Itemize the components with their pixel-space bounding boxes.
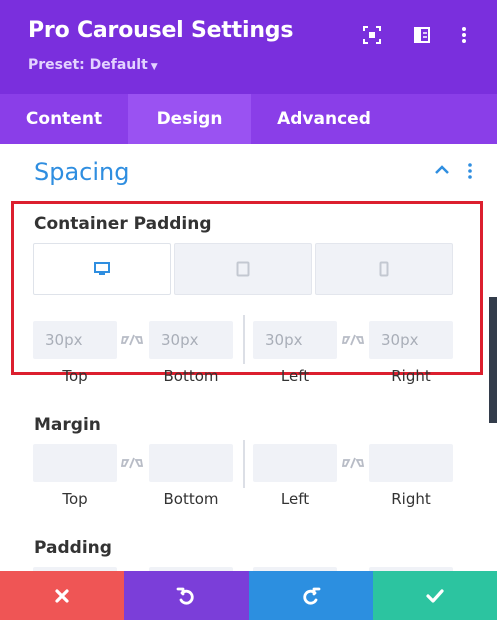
preset-label: Preset: Default: [28, 57, 148, 73]
container-padding-bottom-input[interactable]: 30px: [149, 321, 233, 359]
chevron-up-icon[interactable]: [433, 163, 451, 177]
cancel-button[interactable]: [0, 571, 125, 620]
settings-panel[interactable]: Spacing Container Padding 30px 30px 30px…: [0, 144, 497, 571]
device-phone-button[interactable]: [315, 243, 453, 295]
field-label-bottom: Bottom: [163, 367, 219, 385]
field-divider: [243, 315, 245, 364]
section-title[interactable]: Spacing: [34, 158, 129, 186]
link-icon[interactable]: [120, 332, 144, 348]
field-label-right: Right: [391, 490, 431, 508]
more-vertical-icon[interactable]: [454, 25, 474, 45]
close-icon: [55, 588, 69, 603]
margin-right-input[interactable]: [369, 444, 453, 482]
field-label-right: Right: [391, 367, 431, 385]
tab-advanced[interactable]: Advanced: [251, 94, 397, 144]
link-icon[interactable]: [120, 455, 144, 471]
phone-icon: [379, 261, 389, 277]
field-divider: [243, 440, 245, 488]
link-icon[interactable]: [341, 455, 365, 471]
margin-label: Margin: [34, 415, 101, 435]
container-padding-top-input[interactable]: 30px: [33, 321, 117, 359]
section-menu-icon[interactable]: [462, 162, 478, 180]
modal-header: Pro Carousel Settings Preset: Default ▼: [0, 0, 497, 94]
margin-left-input[interactable]: [253, 444, 337, 482]
action-bar: [0, 571, 497, 620]
focus-icon[interactable]: [362, 25, 382, 45]
undo-button[interactable]: [124, 571, 249, 620]
tab-design[interactable]: Design: [128, 94, 251, 144]
redo-button[interactable]: [248, 571, 373, 620]
device-desktop-button[interactable]: [33, 243, 171, 295]
link-icon[interactable]: [341, 332, 365, 348]
container-padding-label: Container Padding: [34, 214, 212, 234]
field-label-top: Top: [62, 367, 88, 385]
margin-bottom-input[interactable]: [149, 444, 233, 482]
preset-selector[interactable]: Preset: Default ▼: [28, 57, 158, 73]
tab-content[interactable]: Content: [0, 94, 128, 144]
device-tablet-button[interactable]: [174, 243, 312, 295]
tab-bar: Content Design Advanced: [0, 94, 497, 144]
desktop-icon: [94, 262, 110, 275]
field-label-top: Top: [62, 490, 88, 508]
check-icon: [426, 588, 444, 603]
redo-icon: [302, 587, 321, 605]
save-button[interactable]: [372, 571, 497, 620]
undo-icon: [176, 587, 195, 605]
field-label-left: Left: [280, 490, 310, 508]
field-label-left: Left: [280, 367, 310, 385]
container-padding-right-input[interactable]: 30px: [369, 321, 453, 359]
margin-top-input[interactable]: [33, 444, 117, 482]
scrollbar-thumb[interactable]: [489, 297, 497, 423]
container-padding-left-input[interactable]: 30px: [253, 321, 337, 359]
caret-down-icon: ▼: [150, 62, 158, 72]
field-label-bottom: Bottom: [163, 490, 219, 508]
tablet-icon: [236, 261, 250, 277]
padding-label: Padding: [34, 538, 112, 558]
modal-title: Pro Carousel Settings: [28, 18, 294, 43]
split-view-icon[interactable]: [412, 25, 432, 45]
